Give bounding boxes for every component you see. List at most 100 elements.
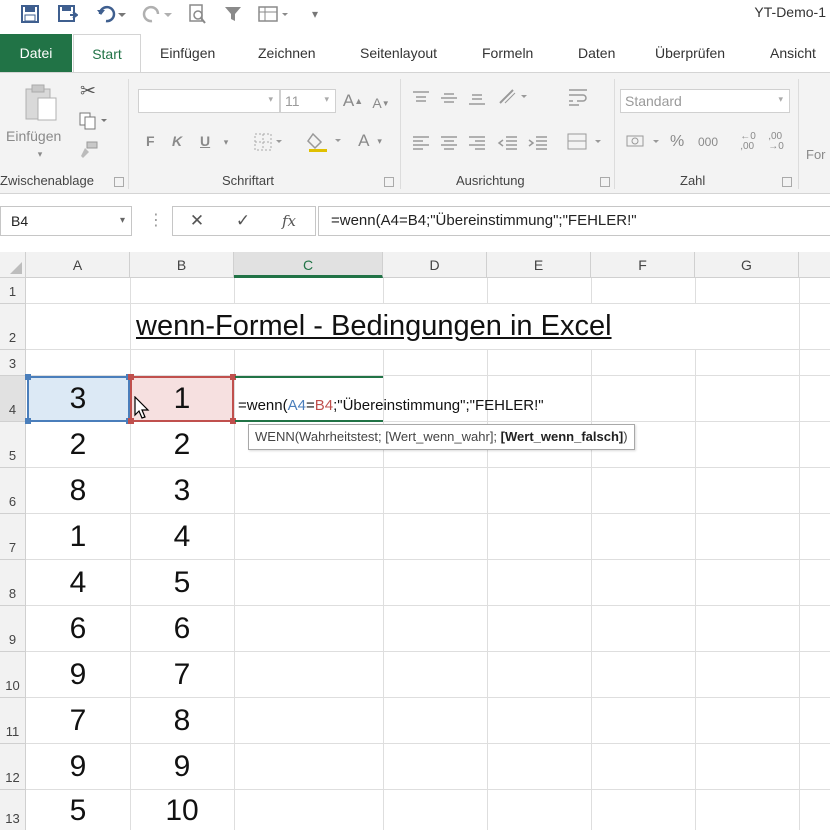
row-header-5[interactable]: 5 [0, 422, 26, 468]
cell-b13[interactable]: 10 [130, 794, 234, 828]
name-box[interactable]: B4 ▾ [0, 206, 132, 236]
cancel-icon[interactable]: ✕ [177, 207, 217, 235]
row-header-8[interactable]: 8 [0, 560, 26, 606]
select-all-button[interactable] [0, 252, 26, 278]
cell-a5[interactable]: 2 [26, 428, 130, 462]
format-painter-icon[interactable] [78, 139, 100, 161]
cell-a13[interactable]: 5 [26, 794, 130, 828]
cell-a11[interactable]: 7 [26, 704, 130, 738]
bold-button[interactable]: F [146, 133, 155, 149]
row-header-4[interactable]: 4 [0, 376, 26, 422]
row-header-12[interactable]: 12 [0, 744, 26, 790]
column-header-c[interactable]: C [234, 252, 383, 278]
save-icon[interactable] [18, 2, 42, 26]
cell-a10[interactable]: 9 [26, 658, 130, 692]
tab-zeichnen[interactable]: Zeichnen [258, 34, 316, 72]
column-header-f[interactable]: F [591, 252, 695, 278]
row-header-6[interactable]: 6 [0, 468, 26, 514]
tab-formeln[interactable]: Formeln [482, 34, 533, 72]
tab-ansicht[interactable]: Ansicht [770, 34, 816, 72]
align-right-icon[interactable] [466, 131, 488, 153]
column-header-h-partial[interactable] [799, 252, 830, 278]
cell-b5[interactable]: 2 [130, 428, 234, 462]
cell-b7[interactable]: 4 [130, 520, 234, 554]
row-header-9[interactable]: 9 [0, 606, 26, 652]
decrease-font-icon[interactable]: A ▼ [370, 91, 392, 115]
resize-handle[interactable] [25, 374, 31, 380]
cell-a4[interactable]: 3 [26, 382, 130, 416]
cell-b12[interactable]: 9 [130, 750, 234, 784]
print-preview-icon[interactable] [186, 2, 208, 26]
thousands-button[interactable]: 000 [698, 135, 718, 149]
fill-color-icon[interactable] [306, 129, 346, 153]
clipboard-launcher-icon[interactable] [114, 177, 124, 187]
row-header-7[interactable]: 7 [0, 514, 26, 560]
tooltip-arg-test[interactable]: Wahrheitstest; [299, 429, 382, 444]
save-as-icon[interactable] [56, 2, 80, 26]
decrease-decimal-icon[interactable]: ,00 →0 [764, 129, 788, 155]
redo-icon[interactable] [140, 2, 174, 26]
cut-icon[interactable]: ✂ [76, 79, 100, 103]
paste-icon[interactable] [22, 83, 60, 123]
borders-icon[interactable] [252, 131, 286, 153]
tab-daten[interactable]: Daten [578, 34, 615, 72]
resize-handle[interactable] [25, 418, 31, 424]
row-header-3[interactable]: 3 [0, 350, 26, 376]
percent-button[interactable]: % [670, 133, 684, 151]
cell-a12[interactable]: 9 [26, 750, 130, 784]
merge-center-icon[interactable] [566, 131, 606, 153]
tab-seitenlayout[interactable]: Seitenlayout [360, 34, 437, 72]
font-name-select[interactable]: ▾ [138, 89, 280, 113]
underline-dropdown-icon[interactable]: ▾ [220, 133, 232, 151]
resize-handle[interactable] [128, 374, 134, 380]
column-header-d[interactable]: D [383, 252, 487, 278]
align-bottom-icon[interactable] [466, 87, 488, 109]
alignment-launcher-icon[interactable] [600, 177, 610, 187]
cell-a9[interactable]: 6 [26, 612, 130, 646]
tab-datei[interactable]: Datei [0, 34, 72, 72]
font-color-icon[interactable]: A ▾ [352, 129, 388, 153]
tab-ueberpruefen[interactable]: Überprüfen [655, 34, 725, 72]
font-launcher-icon[interactable] [384, 177, 394, 187]
cell-a7[interactable]: 1 [26, 520, 130, 554]
row-header-2[interactable]: 2 [0, 304, 26, 350]
row-header-1[interactable]: 1 [0, 278, 26, 304]
cell-b11[interactable]: 8 [130, 704, 234, 738]
paste-label[interactable]: Einfügen [6, 128, 61, 144]
row-header-13[interactable]: 13 [0, 790, 26, 830]
column-header-g[interactable]: G [695, 252, 799, 278]
enter-icon[interactable]: ✓ [223, 207, 263, 235]
tooltip-arg-true[interactable]: [Wert_wenn_wahr]; [385, 429, 497, 444]
cell-b10[interactable]: 7 [130, 658, 234, 692]
paste-dropdown-icon[interactable]: ▾ [34, 149, 46, 159]
number-launcher-icon[interactable] [782, 177, 792, 187]
column-header-b[interactable]: B [130, 252, 234, 278]
insert-function-icon[interactable]: fx [269, 207, 309, 235]
conditional-formatting-label-partial[interactable]: For [806, 147, 826, 162]
align-middle-icon[interactable] [438, 87, 460, 109]
cell-b8[interactable]: 5 [130, 566, 234, 600]
cell-a6[interactable]: 8 [26, 474, 130, 508]
cell-b9[interactable]: 6 [130, 612, 234, 646]
align-top-icon[interactable] [410, 87, 432, 109]
orientation-icon[interactable] [496, 85, 532, 109]
tooltip-arg-false[interactable]: [Wert_wenn_falsch] [501, 429, 624, 444]
column-header-a[interactable]: A [26, 252, 130, 278]
accounting-format-icon[interactable] [624, 131, 664, 153]
wrap-text-icon[interactable] [566, 85, 590, 109]
align-left-icon[interactable] [410, 131, 432, 153]
row-header-10[interactable]: 10 [0, 652, 26, 698]
cell-a8[interactable]: 4 [26, 566, 130, 600]
number-format-select[interactable]: Standard ▾ [620, 89, 790, 113]
tab-start[interactable]: Start [73, 34, 141, 72]
tab-einfuegen[interactable]: Einfügen [160, 34, 215, 72]
underline-button[interactable]: U [200, 133, 210, 149]
row-header-11[interactable]: 11 [0, 698, 26, 744]
align-center-icon[interactable] [438, 131, 460, 153]
decrease-indent-icon[interactable] [496, 131, 520, 153]
increase-decimal-icon[interactable]: ←0,00 [736, 129, 760, 155]
filter-icon[interactable] [222, 2, 244, 26]
worksheet-grid[interactable]: A B C D E F G 1 2 3 4 5 6 7 8 9 10 11 12… [0, 252, 830, 830]
increase-font-icon[interactable]: A ▲ [342, 89, 364, 113]
cell-b6[interactable]: 3 [130, 474, 234, 508]
